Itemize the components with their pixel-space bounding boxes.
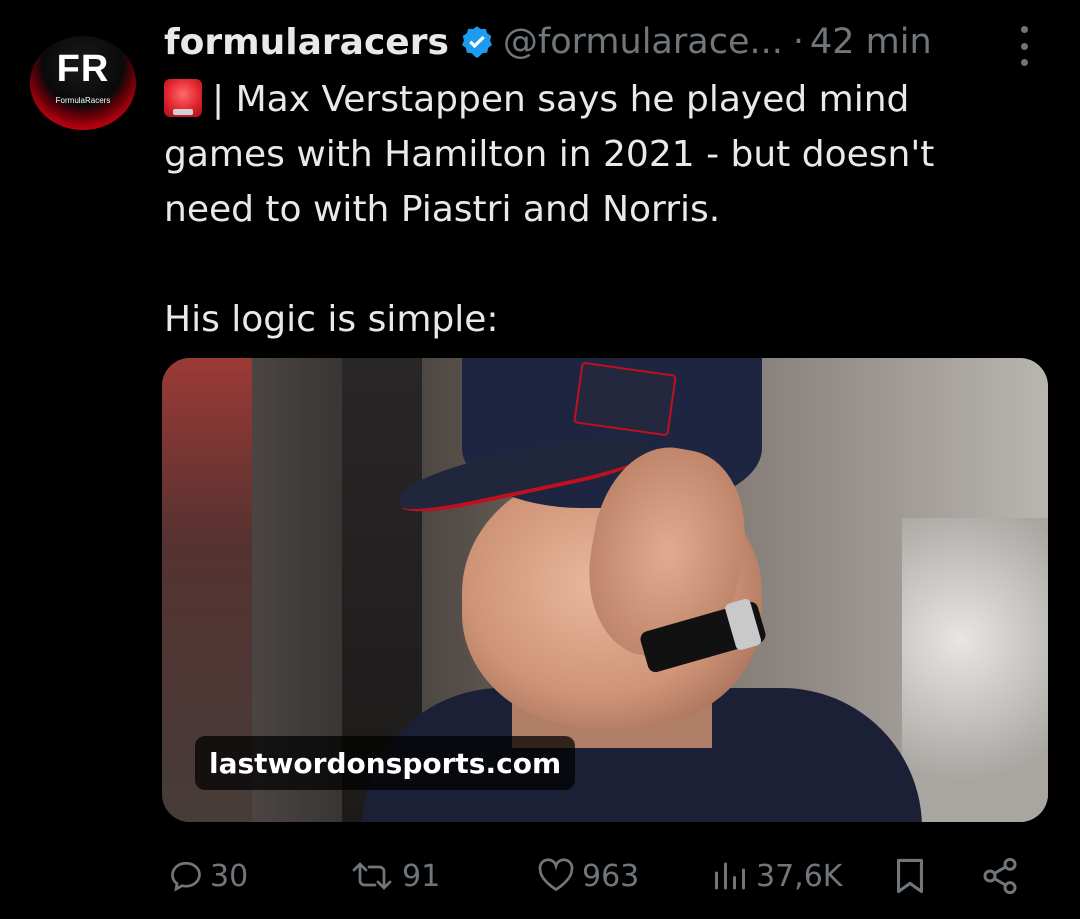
like-button[interactable]: 963 bbox=[536, 848, 639, 904]
image-cap-logo bbox=[573, 361, 677, 437]
avatar-logo-text: FR bbox=[56, 48, 110, 90]
more-dot bbox=[1020, 59, 1028, 66]
more-dot bbox=[1020, 26, 1028, 33]
retweet-button[interactable]: 91 bbox=[348, 848, 440, 904]
media-source-link[interactable]: lastwordonsports.com bbox=[195, 736, 576, 790]
reply-count: 30 bbox=[210, 858, 249, 894]
user-handle[interactable]: @formularace... bbox=[503, 22, 783, 62]
separator-dot: · bbox=[792, 22, 804, 62]
tweet-header: formularacers @formularace... · 42 min bbox=[164, 20, 932, 64]
police-light-emoji-icon bbox=[164, 79, 202, 117]
tweet-text: | Max Verstappen says he played mind gam… bbox=[164, 72, 1044, 347]
reply-button[interactable]: 30 bbox=[168, 848, 248, 904]
more-options-icon[interactable] bbox=[1012, 26, 1036, 66]
bookmark-icon bbox=[896, 858, 924, 894]
avatar[interactable]: FR FormulaRacers bbox=[30, 36, 136, 130]
tweet-actions: 30 91 963 37,6K bbox=[164, 848, 1034, 904]
views-button[interactable]: 37,6K bbox=[710, 848, 842, 904]
verified-badge-icon bbox=[459, 24, 495, 60]
more-dot bbox=[1020, 42, 1028, 50]
like-count: 963 bbox=[582, 858, 640, 894]
reply-icon bbox=[171, 861, 201, 892]
views-count: 37,6K bbox=[756, 858, 843, 894]
share-icon bbox=[983, 857, 1017, 895]
avatar-subtitle: FormulaRacers bbox=[55, 96, 111, 105]
display-name[interactable]: formularacers bbox=[164, 22, 449, 63]
tweet-text-body: games with Hamilton in 2021 - but doesn'… bbox=[164, 134, 935, 340]
retweet-count: 91 bbox=[402, 858, 441, 894]
bookmark-button[interactable] bbox=[892, 848, 928, 904]
views-icon bbox=[715, 862, 745, 890]
image-background-figure bbox=[902, 518, 1048, 822]
heart-icon bbox=[538, 858, 574, 892]
retweet-icon bbox=[352, 862, 392, 890]
timestamp[interactable]: 42 min bbox=[810, 22, 932, 62]
share-button[interactable] bbox=[980, 848, 1020, 904]
tweet-text-line1: | Max Verstappen says he played mind bbox=[212, 79, 910, 120]
